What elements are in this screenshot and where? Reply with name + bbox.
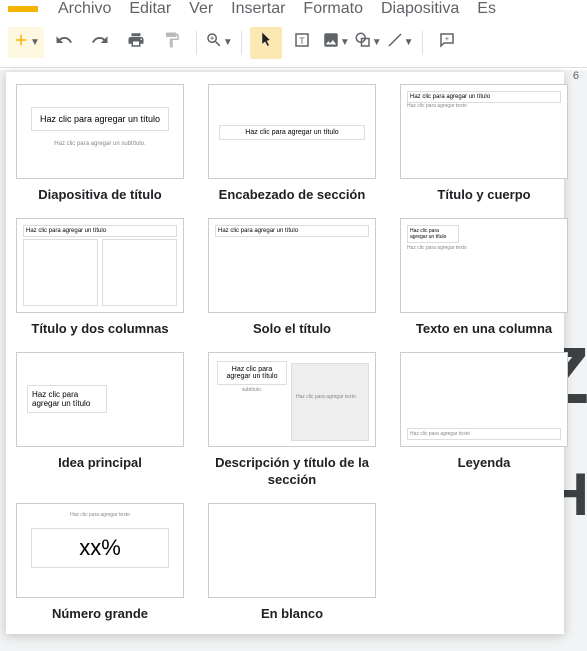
thumb-column-placeholder [102, 239, 177, 306]
chevron-down-icon: ▼ [30, 37, 40, 48]
ruler-tick: 6 [573, 70, 579, 82]
layout-label: En blanco [261, 606, 323, 623]
separator [196, 31, 197, 55]
layout-label: Número grande [52, 606, 148, 623]
layout-main-idea[interactable]: Haz clic para agregar un título Idea pri… [16, 352, 184, 489]
layout-thumb: Haz clic para agregar un título [208, 218, 376, 313]
thumb-body-placeholder: Haz clic para agregar texto [407, 103, 467, 109]
layout-label: Idea principal [58, 455, 142, 472]
layouts-panel: Haz clic para agregar un título Haz clic… [6, 72, 564, 634]
menu-insert[interactable]: Insertar [231, 0, 285, 18]
menu-more[interactable]: Es [477, 0, 496, 18]
redo-button[interactable] [84, 27, 116, 59]
layout-thumb [208, 503, 376, 598]
line-button[interactable]: ▼ [386, 31, 414, 54]
layout-label: Leyenda [458, 455, 511, 472]
print-button[interactable] [120, 27, 152, 59]
plus-icon [12, 31, 30, 54]
thumb-subtitle-placeholder: Haz clic para agregar un subtítulo. [17, 141, 183, 147]
thumb-bignumber-placeholder: xx% [38, 535, 162, 561]
chevron-down-icon: ▼ [404, 37, 414, 48]
image-icon [322, 31, 340, 54]
layout-label: Descripción y título de la sección [208, 455, 376, 489]
thumb-body-placeholder: Haz clic para agregar texto [21, 512, 179, 518]
thumb-title-placeholder: Haz clic para agregar un título [407, 225, 459, 243]
chevron-down-icon: ▼ [372, 37, 382, 48]
layout-thumb: Haz clic para agregar un título subtítul… [208, 352, 376, 447]
layout-title-only[interactable]: Haz clic para agregar un título Solo el … [208, 218, 376, 338]
new-slide-button[interactable]: ▼ [8, 27, 44, 58]
zoom-button[interactable]: ▼ [205, 31, 233, 54]
comment-icon: + [438, 31, 456, 54]
svg-text:+: + [444, 34, 449, 43]
thumb-subtitle-placeholder: subtítulo. [217, 387, 287, 393]
thumb-column-placeholder [23, 239, 98, 306]
redo-icon [91, 31, 109, 54]
layout-thumb: Haz clic para agregar un título Haz clic… [16, 84, 184, 179]
thumb-caption-placeholder: Haz clic para agregar texto [407, 428, 561, 440]
layout-one-column[interactable]: Haz clic para agregar un título Haz clic… [400, 218, 568, 338]
layout-label: Título y cuerpo [437, 187, 530, 204]
undo-button[interactable] [48, 27, 80, 59]
chevron-down-icon: ▼ [340, 37, 350, 48]
layout-title-body[interactable]: Haz clic para agregar un título Haz clic… [400, 84, 568, 204]
thumb-body-placeholder: Haz clic para agregar texto [407, 245, 467, 251]
menu-file[interactable]: Archivo [58, 0, 111, 18]
toolbar: ▼ ▼ T ▼ ▼ ▼ + [0, 18, 587, 68]
thumb-title-placeholder: Haz clic para agregar un título [217, 361, 287, 385]
menu-edit[interactable]: Editar [129, 0, 171, 18]
layout-label: Diapositiva de título [38, 187, 162, 204]
select-tool-button[interactable] [250, 27, 282, 59]
layout-two-columns[interactable]: Haz clic para agregar un título Título y… [16, 218, 184, 338]
layout-label: Título y dos columnas [31, 321, 168, 338]
layout-thumb: Haz clic para agregar un título [208, 84, 376, 179]
zoom-icon [205, 31, 223, 54]
layout-thumb: Haz clic para agregar un título [16, 352, 184, 447]
layout-caption[interactable]: Haz clic para agregar texto Leyenda [400, 352, 568, 489]
layout-big-number[interactable]: xx% Haz clic para agregar texto Número g… [16, 503, 184, 623]
layout-blank[interactable]: En blanco [208, 503, 376, 623]
shape-icon [354, 31, 372, 54]
layout-label: Encabezado de sección [219, 187, 366, 204]
textbox-button[interactable]: T [286, 27, 318, 59]
layout-section-header[interactable]: Haz clic para agregar un título Encabeza… [208, 84, 376, 204]
menu-view[interactable]: Ver [189, 0, 213, 18]
app-logo [8, 6, 38, 12]
menu-slide[interactable]: Diapositiva [381, 0, 459, 18]
paint-roller-icon [163, 31, 181, 54]
layout-thumb: Haz clic para agregar un título [16, 218, 184, 313]
layout-thumb: Haz clic para agregar un título Haz clic… [400, 84, 568, 179]
thumb-title-placeholder: Haz clic para agregar un título [23, 225, 177, 237]
image-button[interactable]: ▼ [322, 31, 350, 54]
svg-text:T: T [299, 36, 305, 46]
thumb-title-placeholder: Haz clic para agregar un título [27, 385, 107, 413]
menu-format[interactable]: Formato [303, 0, 363, 18]
layout-title-slide[interactable]: Haz clic para agregar un título Haz clic… [16, 84, 184, 204]
thumb-title-placeholder: Haz clic para agregar un título [407, 91, 561, 103]
shape-button[interactable]: ▼ [354, 31, 382, 54]
layout-thumb: xx% Haz clic para agregar texto [16, 503, 184, 598]
separator [422, 31, 423, 55]
thumb-title-placeholder: Haz clic para agregar un título [215, 225, 369, 237]
menu-bar: Archivo Editar Ver Insertar Formato Diap… [58, 0, 496, 18]
chevron-down-icon: ▼ [223, 37, 233, 48]
layout-thumb: Haz clic para agregar texto [400, 352, 568, 447]
layout-thumb: Haz clic para agregar un título Haz clic… [400, 218, 568, 313]
undo-icon [55, 31, 73, 54]
thumb-title-placeholder: Haz clic para agregar un título [31, 107, 169, 131]
layout-label: Texto en una columna [416, 321, 552, 338]
paint-format-button[interactable] [156, 27, 188, 59]
thumb-body-placeholder: Haz clic para agregar texto [291, 363, 369, 441]
separator [241, 31, 242, 55]
textbox-icon: T [293, 31, 311, 54]
cursor-icon [257, 31, 275, 54]
layout-label: Solo el título [253, 321, 331, 338]
line-icon [386, 31, 404, 54]
thumb-title-placeholder: Haz clic para agregar un título [219, 125, 365, 140]
print-icon [127, 31, 145, 54]
layout-section-desc[interactable]: Haz clic para agregar un título subtítul… [208, 352, 376, 489]
comment-button[interactable]: + [431, 27, 463, 59]
